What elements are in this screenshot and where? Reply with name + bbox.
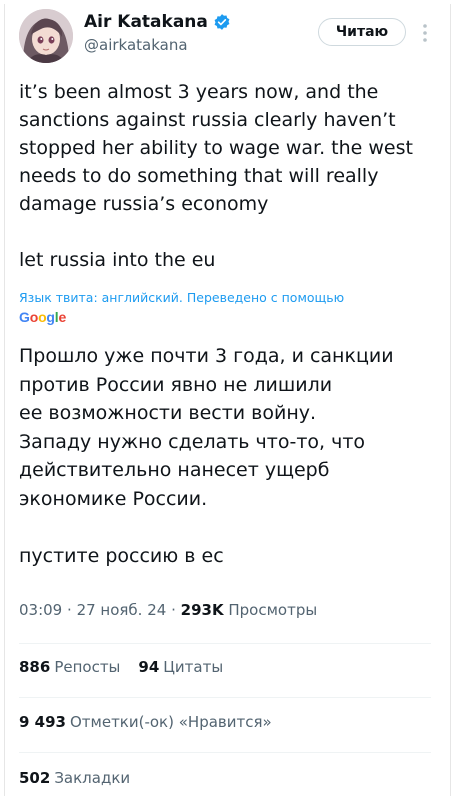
- quotes-link[interactable]: 94 Цитаты: [138, 658, 223, 676]
- more-options-icon[interactable]: [421, 22, 429, 44]
- views-count: 293K: [180, 601, 224, 619]
- avatar-illustration: [19, 9, 73, 63]
- divider: [19, 752, 431, 753]
- following-button[interactable]: Читаю: [318, 18, 406, 46]
- quotes-label: Цитаты: [163, 658, 224, 676]
- google-logo: Google: [19, 309, 67, 325]
- likes-count: 9 493: [19, 713, 66, 731]
- tweet-time[interactable]: 03:09: [19, 601, 62, 619]
- translated-text: Прошло уже почти 3 года, и санкции проти…: [19, 345, 394, 567]
- display-name[interactable]: Air Katakana: [84, 12, 208, 32]
- translation-label[interactable]: Язык твита: английский. Переведено с пом…: [19, 290, 431, 306]
- quotes-count: 94: [138, 658, 160, 676]
- tweet-date[interactable]: 27 нояб. 24: [77, 601, 167, 619]
- reposts-count: 886: [19, 658, 51, 676]
- author-handle[interactable]: @airkatakana: [84, 36, 188, 54]
- reposts-quotes-row: 886 Репосты 94 Цитаты: [19, 658, 223, 676]
- divider: [19, 697, 431, 698]
- bookmarks-count: 502: [19, 769, 51, 787]
- author-name-row[interactable]: Air Katakana: [84, 11, 231, 33]
- bookmarks-link[interactable]: 502 Закладки: [19, 769, 130, 787]
- reposts-label: Репосты: [54, 658, 121, 676]
- verified-badge-icon: [214, 14, 230, 30]
- divider: [19, 643, 431, 644]
- meta-separator: ·: [171, 601, 181, 619]
- bookmarks-label: Закладки: [54, 769, 131, 787]
- likes-label: Отметки(-ок) «Нравится»: [69, 713, 272, 731]
- tweet-meta: 03:09 · 27 нояб. 24 · 293K Просмотры: [19, 601, 317, 619]
- meta-separator: ·: [67, 601, 77, 619]
- likes-link[interactable]: 9 493 Отметки(-ок) «Нравится»: [19, 713, 272, 731]
- reposts-link[interactable]: 886 Репосты: [19, 658, 120, 676]
- tweet-text: it’s been almost 3 years now, and the sa…: [19, 81, 413, 271]
- views-label: Просмотры: [228, 601, 318, 619]
- avatar[interactable]: [19, 9, 73, 63]
